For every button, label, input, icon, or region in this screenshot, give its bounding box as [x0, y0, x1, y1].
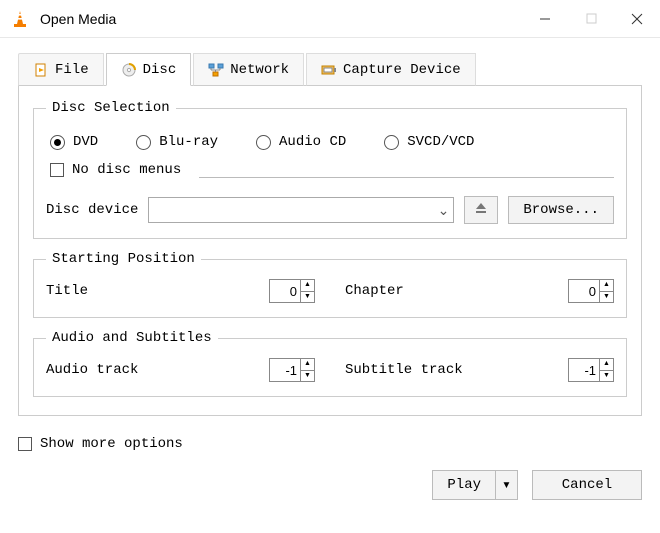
radio-label: SVCD/VCD — [407, 134, 474, 150]
browse-button[interactable]: Browse... — [508, 196, 614, 224]
minimize-button[interactable] — [522, 0, 568, 38]
tab-bar: File Disc Network Capture Device — [18, 52, 642, 86]
group-legend: Disc Selection — [46, 100, 176, 116]
eject-icon — [474, 201, 488, 220]
spin-down-icon[interactable]: ▼ — [301, 292, 314, 303]
tab-label: Capture Device — [343, 62, 461, 78]
spin-up-icon[interactable]: ▲ — [301, 359, 314, 371]
tab-capture-device[interactable]: Capture Device — [306, 53, 476, 86]
tab-label: Network — [230, 62, 289, 78]
caret-down-icon: ▼ — [502, 480, 512, 491]
disc-icon — [121, 62, 137, 78]
audio-track-label: Audio track — [46, 362, 138, 378]
button-label: Cancel — [562, 477, 612, 493]
spin-down-icon[interactable]: ▼ — [301, 371, 314, 382]
titlebar: Open Media — [0, 0, 660, 38]
radio-label: Audio CD — [279, 134, 346, 150]
vlc-cone-icon — [10, 9, 30, 29]
play-split-button[interactable]: Play ▼ — [432, 470, 518, 500]
radio-audio-cd[interactable]: Audio CD — [256, 134, 346, 150]
checkbox-show-more-options[interactable]: Show more options — [18, 436, 183, 452]
audio-subtitles-group: Audio and Subtitles Audio track -1▲▼ Sub… — [33, 330, 627, 397]
radio-dvd[interactable]: DVD — [50, 134, 98, 150]
spin-value: 0 — [270, 284, 300, 299]
spin-value: -1 — [569, 363, 599, 378]
disc-device-label: Disc device — [46, 202, 138, 218]
radio-label: DVD — [73, 134, 98, 150]
tab-file[interactable]: File — [18, 53, 104, 86]
starting-position-group: Starting Position Title 0▲▼ Chapter 0▲▼ — [33, 251, 627, 318]
audio-track-spin[interactable]: -1▲▼ — [269, 358, 315, 382]
close-button[interactable] — [614, 0, 660, 38]
tab-label: Disc — [143, 62, 177, 78]
disc-selection-group: Disc Selection DVD Blu-ray Audio CD SVCD… — [33, 100, 627, 239]
spin-up-icon[interactable]: ▲ — [600, 280, 613, 292]
spin-up-icon[interactable]: ▲ — [301, 280, 314, 292]
cancel-button[interactable]: Cancel — [532, 470, 642, 500]
button-label: Browse... — [523, 202, 599, 218]
button-label: Play — [447, 477, 481, 493]
checkbox-label: No disc menus — [72, 162, 181, 178]
window-controls — [522, 0, 660, 38]
capture-icon — [321, 62, 337, 78]
chapter-spin[interactable]: 0▲▼ — [568, 279, 614, 303]
subtitle-track-spin[interactable]: -1▲▼ — [568, 358, 614, 382]
window-title: Open Media — [40, 11, 116, 27]
chapter-label: Chapter — [345, 283, 404, 299]
maximize-button[interactable] — [568, 0, 614, 38]
group-legend: Audio and Subtitles — [46, 330, 218, 346]
divider — [199, 177, 614, 178]
spin-down-icon[interactable]: ▼ — [600, 292, 613, 303]
radio-label: Blu-ray — [159, 134, 218, 150]
radio-bluray[interactable]: Blu-ray — [136, 134, 218, 150]
checkbox-label: Show more options — [40, 436, 183, 452]
tab-panel-disc: Disc Selection DVD Blu-ray Audio CD SVCD… — [18, 85, 642, 416]
group-legend: Starting Position — [46, 251, 201, 267]
eject-button[interactable] — [464, 196, 498, 224]
spin-value: -1 — [270, 363, 300, 378]
spin-down-icon[interactable]: ▼ — [600, 371, 613, 382]
tab-network[interactable]: Network — [193, 53, 304, 86]
spin-up-icon[interactable]: ▲ — [600, 359, 613, 371]
tab-label: File — [55, 62, 89, 78]
tab-disc[interactable]: Disc — [106, 53, 192, 86]
subtitle-track-label: Subtitle track — [345, 362, 463, 378]
title-spin[interactable]: 0▲▼ — [269, 279, 315, 303]
radio-svcd-vcd[interactable]: SVCD/VCD — [384, 134, 474, 150]
checkbox-no-disc-menus[interactable]: No disc menus — [50, 162, 181, 178]
file-icon — [33, 62, 49, 78]
network-icon — [208, 62, 224, 78]
disc-device-combo[interactable]: ⌄ — [148, 197, 454, 223]
title-label: Title — [46, 283, 88, 299]
play-dropdown-toggle[interactable]: ▼ — [496, 470, 518, 500]
spin-value: 0 — [569, 284, 599, 299]
chevron-down-icon: ⌄ — [438, 202, 450, 219]
